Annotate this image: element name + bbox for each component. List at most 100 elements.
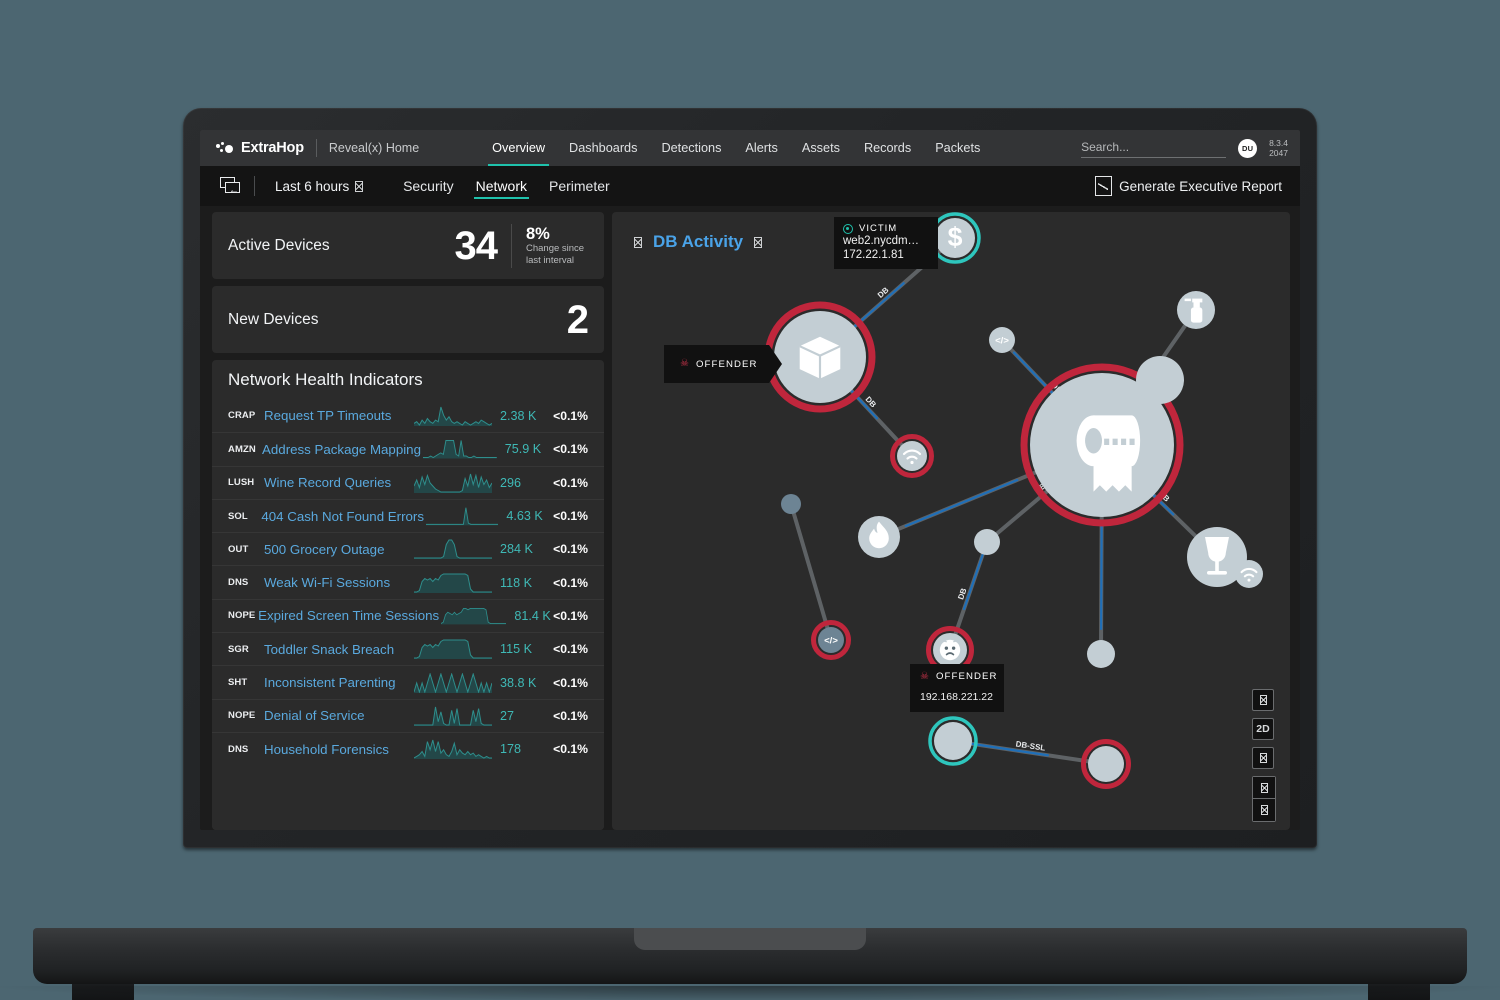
health-indicator-row[interactable]: SGR Toddler Snack Breach 115 K <0.1%	[212, 632, 604, 665]
health-indicator-value: 115 K	[500, 642, 532, 657]
health-indicator-row[interactable]: NOPE Denial of Service 27 <0.1%	[212, 698, 604, 732]
missing-glyph-icon	[1259, 695, 1267, 705]
tab-alerts[interactable]: Alerts	[745, 130, 777, 166]
restore-window-icon[interactable]: ←	[220, 177, 242, 196]
sub-toolbar: ← Last 6 hours Security Network Perimete…	[200, 166, 1300, 206]
health-indicator-value: 2.38 K	[500, 408, 537, 423]
health-indicator-value: 178	[500, 742, 522, 757]
graph-node[interactable]: $	[929, 212, 981, 264]
zoom-out-button[interactable]	[1253, 799, 1275, 821]
search-field-wrap	[1081, 138, 1227, 158]
brand-name: ExtraHop	[241, 140, 304, 156]
graph-node-circle[interactable]	[934, 722, 972, 760]
layout-button[interactable]	[1252, 747, 1274, 769]
tab-overview[interactable]: Overview	[488, 130, 549, 166]
health-indicator-row[interactable]: DNS Weak Wi-Fi Sessions 118 K <0.1%	[212, 565, 604, 598]
health-indicator-name[interactable]: Household Forensics	[264, 742, 412, 757]
brand[interactable]: ExtraHop	[212, 140, 304, 156]
health-indicator-name[interactable]: Denial of Service	[264, 708, 412, 723]
health-indicator-protocol: LUSH	[228, 477, 255, 489]
health-indicator-name[interactable]: 404 Cash Not Found Errors	[261, 509, 424, 524]
top-navigation-bar: ExtraHop Reveal(x) Home Overview Dashboa…	[200, 130, 1300, 166]
avatar[interactable]: DU	[1238, 138, 1258, 158]
health-indicator-row[interactable]: LUSH Wine Record Queries 296 <0.1%	[212, 465, 604, 499]
screenshot-stage: ExtraHop Reveal(x) Home Overview Dashboa…	[0, 0, 1500, 1000]
graph-node[interactable]	[1235, 560, 1263, 588]
tab-records[interactable]: Records	[864, 130, 911, 166]
health-indicator-percent: <0.1%	[553, 742, 588, 757]
graph-node-circle[interactable]	[974, 529, 1000, 555]
graph-node[interactable]	[858, 516, 900, 558]
zoom-in-button[interactable]	[1253, 777, 1275, 799]
graph-title-group: DB Activity	[632, 232, 764, 252]
dimension-toggle-button[interactable]: 2D	[1252, 718, 1274, 740]
graph-node-circle[interactable]	[781, 494, 801, 514]
graph-node[interactable]	[764, 301, 876, 413]
graph-title[interactable]: DB Activity	[653, 232, 743, 252]
health-indicator-row[interactable]: CRAP Request TP Timeouts 2.38 K <0.1%	[212, 399, 604, 432]
health-indicator-protocol: CRAP	[228, 410, 256, 422]
health-indicator-percent: <0.1%	[553, 509, 588, 524]
generate-executive-report-button[interactable]: Generate Executive Report	[1095, 166, 1282, 206]
health-indicator-row[interactable]: DNS Household Forensics 178 <0.1%	[212, 731, 604, 765]
graph-node[interactable]: </>	[811, 620, 851, 660]
time-range-selector[interactable]: Last 6 hours	[275, 179, 365, 194]
graph-node-circle[interactable]	[1136, 356, 1184, 404]
health-indicator-name[interactable]: Request TP Timeouts	[264, 408, 412, 423]
health-indicator-protocol: DNS	[228, 577, 249, 589]
tab-dashboards[interactable]: Dashboards	[569, 130, 637, 166]
graph-node[interactable]	[890, 434, 934, 478]
health-indicator-row[interactable]: SOL 404 Cash Not Found Errors 4.63 K <0.1%	[212, 498, 604, 532]
new-devices-card[interactable]: New Devices 2	[212, 286, 604, 353]
graph-node[interactable]	[974, 529, 1000, 555]
active-devices-card[interactable]: Active Devices 34 8% Change since last i…	[212, 212, 604, 279]
svg-text:</>: </>	[995, 335, 1009, 346]
health-indicator-name[interactable]: Address Package Mapping	[262, 442, 421, 457]
victim-label: VICTIM	[859, 223, 898, 234]
missing-glyph-icon	[1260, 805, 1268, 815]
graph-node-circle[interactable]	[1088, 746, 1124, 782]
graph-node[interactable]	[1081, 739, 1131, 789]
code-icon: </>	[995, 335, 1009, 346]
graph-node[interactable]	[1136, 356, 1184, 404]
health-indicator-name[interactable]: Inconsistent Parenting	[264, 675, 412, 690]
health-indicator-name[interactable]: Expired Screen Time Sessions	[258, 608, 439, 623]
health-indicator-percent: <0.1%	[553, 442, 588, 457]
health-indicator-name[interactable]: Wine Record Queries	[264, 475, 412, 490]
target-icon	[843, 223, 853, 234]
graph-edge-active	[904, 478, 1019, 528]
tab-assets[interactable]: Assets	[802, 130, 840, 166]
list-fade-overlay	[212, 804, 604, 830]
graph-node-circle[interactable]	[1087, 640, 1115, 668]
missing-glyph-icon	[1259, 753, 1267, 763]
extrahop-logo-icon	[216, 141, 235, 155]
tab-detections[interactable]: Detections	[661, 130, 721, 166]
health-indicator-row[interactable]: OUT 500 Grocery Outage 284 K <0.1%	[212, 532, 604, 565]
offender-tooltip-1: ☠ OFFENDER	[664, 345, 782, 383]
health-indicator-protocol: SHT	[228, 677, 248, 689]
tab-network[interactable]: Network	[473, 166, 530, 206]
tab-perimeter[interactable]: Perimeter	[549, 166, 610, 206]
product-home-link[interactable]: Reveal(x) Home	[329, 141, 419, 155]
health-indicator-row[interactable]: NOPE Expired Screen Time Sessions 81.4 K <0…	[212, 598, 604, 632]
graph-node[interactable]	[781, 494, 801, 514]
health-indicator-name[interactable]: 500 Grocery Outage	[264, 542, 412, 557]
code-icon: </>	[824, 635, 838, 646]
db-activity-graph-panel[interactable]: DB Activity DBDBDBDBDBDBDBDB-SSL$</></> …	[612, 212, 1290, 830]
health-indicator-protocol: NOPE	[228, 710, 256, 722]
health-indicator-row[interactable]: SHT Inconsistent Parenting 38.8 K <0.1%	[212, 665, 604, 698]
graph-node[interactable]	[928, 716, 978, 766]
fit-view-button[interactable]	[1252, 689, 1274, 711]
graph-edge-active	[1100, 523, 1103, 631]
divider	[511, 223, 512, 268]
health-indicator-percent: <0.1%	[553, 708, 588, 723]
tab-packets[interactable]: Packets	[935, 130, 980, 166]
search-input[interactable]	[1081, 138, 1227, 158]
tab-security[interactable]: Security	[403, 166, 454, 206]
health-indicator-row[interactable]: AMZN Address Package Mapping 75.9 K <0.1%	[212, 432, 604, 465]
health-indicator-name[interactable]: Toddler Snack Breach	[264, 642, 412, 657]
graph-node[interactable]	[1087, 640, 1115, 668]
graph-node[interactable]: </>	[989, 327, 1015, 353]
health-indicator-name[interactable]: Weak Wi-Fi Sessions	[264, 575, 412, 590]
graph-node[interactable]	[1177, 291, 1215, 329]
